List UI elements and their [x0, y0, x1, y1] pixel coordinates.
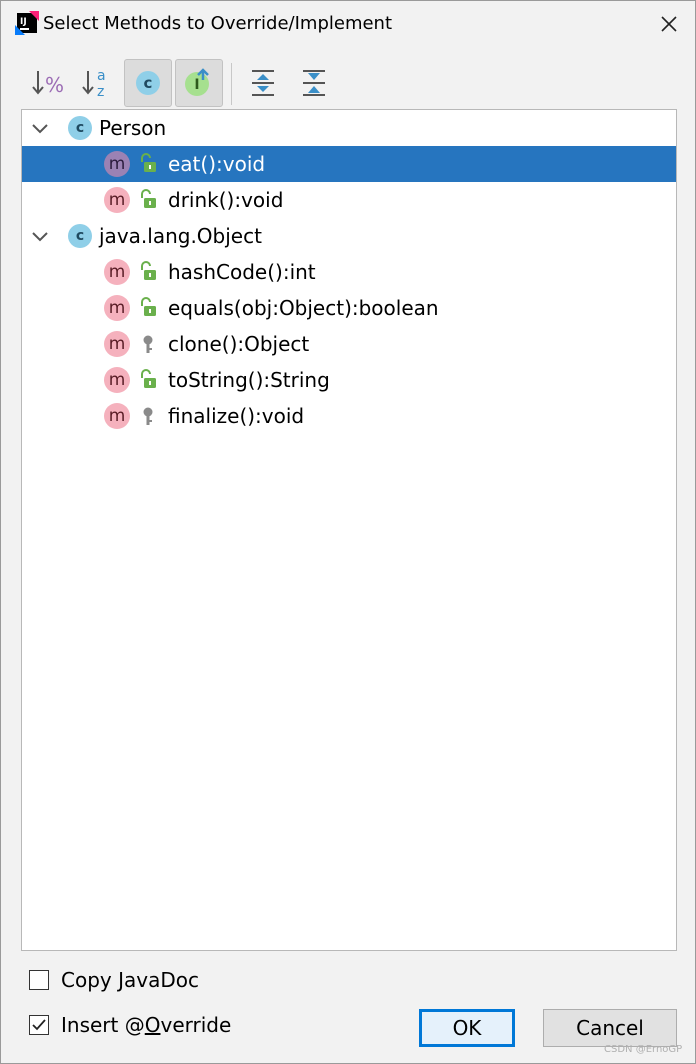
- tree-group-row[interactable]: c java.lang.Object: [22, 218, 676, 254]
- close-icon: [661, 16, 677, 32]
- tree-method-row[interactable]: m drink():void: [22, 182, 676, 218]
- insert-override-checkbox[interactable]: Insert @Override: [29, 1010, 231, 1040]
- show-interfaces-icon: I: [185, 68, 209, 96]
- public-lock-icon: [141, 153, 156, 172]
- tree-group-label: java.lang.Object: [99, 224, 262, 248]
- public-lock-icon: [141, 189, 156, 208]
- method-label: clone():Object: [168, 332, 310, 356]
- method-label: finalize():void: [168, 404, 305, 428]
- copy-javadoc-label-pre: Copy: [61, 968, 119, 992]
- method-label: hashCode():int: [168, 260, 316, 284]
- logo-text: IJ: [20, 17, 27, 27]
- sort-by-visibility-icon: %: [32, 71, 64, 97]
- ok-button[interactable]: OK: [419, 1009, 515, 1047]
- class-icon: c: [68, 116, 92, 140]
- tree-method-row[interactable]: m clone():Object: [22, 326, 676, 362]
- toolbar-separator: [231, 63, 232, 105]
- watermark: CSDN @ErnoGP: [604, 1044, 683, 1055]
- show-classes-icon: c: [136, 71, 160, 95]
- collapse-all-icon: [303, 70, 325, 96]
- protected-key-icon: [143, 335, 153, 353]
- intellij-logo-icon: IJ: [15, 11, 39, 35]
- insert-override-label: Insert @Override: [61, 1013, 231, 1037]
- percent-glyph: %: [45, 73, 64, 97]
- class-glyph: c: [144, 74, 153, 92]
- tree-group-label: Person: [99, 116, 167, 140]
- copy-javadoc-check-box[interactable]: [29, 970, 49, 990]
- chevron-down-icon[interactable]: [30, 226, 50, 246]
- chevron-down-icon[interactable]: [30, 118, 50, 138]
- copy-javadoc-label: Copy JavaDoc: [61, 968, 199, 992]
- show-interfaces-button[interactable]: I: [175, 59, 223, 107]
- insert-override-label-post: verride: [160, 1013, 232, 1037]
- sort-alphabetically-icon: a z: [82, 68, 106, 100]
- title-bar: IJ Select Methods to Override/Implement: [1, 1, 695, 47]
- insert-override-label-pre: Insert @: [61, 1013, 145, 1037]
- tree-method-row[interactable]: m toString():String: [22, 362, 676, 398]
- tree-method-row[interactable]: m eat():void: [22, 146, 676, 182]
- insert-override-check-box[interactable]: [29, 1015, 49, 1035]
- method-icon: m: [104, 295, 130, 321]
- method-icon: m: [104, 259, 130, 285]
- sort-by-visibility-button[interactable]: %: [23, 59, 71, 107]
- tree-method-row[interactable]: m finalize():void: [22, 398, 676, 434]
- method-label: eat():void: [168, 152, 266, 176]
- public-lock-icon: [141, 369, 156, 388]
- copy-javadoc-label-post: avaDoc: [124, 968, 199, 992]
- public-lock-icon: [141, 261, 156, 280]
- protected-key-icon: [143, 407, 153, 425]
- interface-glyph: I: [194, 77, 199, 93]
- insert-override-mnemonic: O: [144, 1013, 161, 1037]
- checkmark-icon: [32, 1019, 46, 1031]
- method-label: drink():void: [168, 188, 284, 212]
- tree-method-row[interactable]: m hashCode():int: [22, 254, 676, 290]
- method-icon: m: [104, 367, 130, 393]
- dialog-window: IJ Select Methods to Override/Implement …: [0, 0, 696, 1064]
- method-icon: m: [104, 151, 130, 177]
- public-lock-icon: [141, 297, 156, 316]
- method-icon: m: [104, 331, 130, 357]
- method-label: equals(obj:Object):boolean: [168, 296, 439, 320]
- member-tree[interactable]: c Person m eat():void m drink():void c java.lan…: [21, 109, 677, 951]
- collapse-all-button[interactable]: [290, 59, 338, 107]
- copy-javadoc-checkbox[interactable]: Copy JavaDoc: [29, 965, 199, 995]
- expand-all-button[interactable]: [239, 59, 287, 107]
- tree-group-row[interactable]: c Person: [22, 110, 676, 146]
- method-icon: m: [104, 187, 130, 213]
- method-label: toString():String: [168, 368, 330, 392]
- expand-all-icon: [252, 70, 274, 96]
- alpha-z-glyph: z: [97, 84, 104, 100]
- sort-alphabetically-button[interactable]: a z: [73, 59, 121, 107]
- show-classes-button[interactable]: c: [124, 59, 172, 107]
- method-icon: m: [104, 403, 130, 429]
- tree-method-row[interactable]: m equals(obj:Object):boolean: [22, 290, 676, 326]
- cancel-button[interactable]: Cancel: [543, 1009, 677, 1047]
- close-button[interactable]: [649, 7, 689, 41]
- dialog-title: Select Methods to Override/Implement: [43, 13, 393, 34]
- class-icon: c: [68, 224, 92, 248]
- toolbar: % a z c I: [21, 57, 681, 109]
- alpha-a-glyph: a: [97, 68, 106, 84]
